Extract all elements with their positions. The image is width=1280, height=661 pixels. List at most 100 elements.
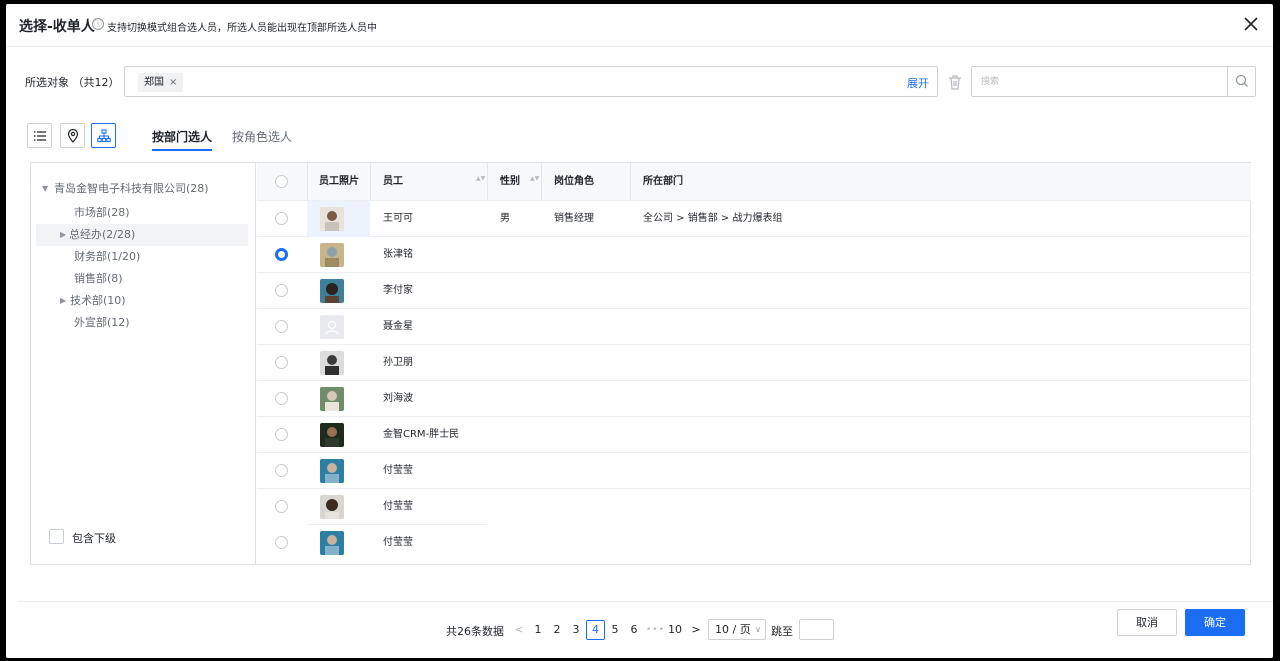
close-button[interactable] <box>1241 14 1261 34</box>
chevron-down-icon: ∨ <box>755 625 761 634</box>
location-pin-icon <box>67 129 79 143</box>
column-header-photo: 员工照片 <box>319 176 359 187</box>
close-icon <box>1244 17 1258 31</box>
tree-item-finance[interactable]: 财务部(1/20) <box>74 246 140 268</box>
dialog-header: 选择-收单人 ⓘ 支持切换模式组合选人员，所选人员能出现在顶部所选人员中 <box>6 4 1273 47</box>
row-radio[interactable] <box>275 284 288 297</box>
row-radio[interactable] <box>275 320 288 333</box>
page-6[interactable]: 6 <box>627 620 641 640</box>
employee-name: 金智CRM-胖士民 <box>383 429 460 440</box>
location-mode-button[interactable] <box>60 123 85 148</box>
employee-name: 聂金星 <box>383 321 413 332</box>
tree-item-company[interactable]: ▼ 青岛金智电子科技有限公司(28) <box>42 178 209 200</box>
employee-name: 刘海波 <box>383 393 413 404</box>
row-radio[interactable] <box>275 212 288 225</box>
employee-name: 张津铭 <box>383 249 413 260</box>
table-row[interactable]: 刘海波 <box>257 381 1251 417</box>
table-row[interactable]: 付莹莹 <box>257 525 1251 561</box>
info-icon: ⓘ <box>92 18 104 30</box>
tree-item-sales[interactable]: 销售部(8) <box>74 268 123 290</box>
sort-icon[interactable]: ▲▼ <box>530 176 539 182</box>
next-page-button[interactable]: > <box>690 620 702 640</box>
caret-right-icon[interactable]: ▶ <box>60 224 66 246</box>
include-subordinates-checkbox[interactable] <box>49 529 64 544</box>
selected-objects-box[interactable]: 郑国 × 展开 <box>124 66 938 97</box>
table-row[interactable]: 李付家 <box>257 273 1251 309</box>
row-radio[interactable] <box>275 536 288 549</box>
table-row[interactable]: 付莹莹 <box>257 453 1251 489</box>
page-1[interactable]: 1 <box>531 620 545 640</box>
select-all-radio[interactable] <box>275 175 288 188</box>
row-radio[interactable] <box>275 356 288 369</box>
page-2[interactable]: 2 <box>550 620 564 640</box>
caret-down-icon[interactable]: ▼ <box>42 178 48 200</box>
row-radio[interactable] <box>275 500 288 513</box>
table-row[interactable]: 付莹莹 <box>257 489 1251 525</box>
include-subordinates-label: 包含下级 <box>72 532 116 545</box>
row-radio[interactable] <box>275 464 288 477</box>
tree-item-publicity[interactable]: 外宣部(12) <box>74 312 130 334</box>
page-10[interactable]: 10 <box>665 620 685 640</box>
tab-by-department[interactable]: 按部门选人 <box>152 128 213 151</box>
jump-label: 跳至 <box>771 625 793 638</box>
dialog-title: 选择-收单人 <box>19 19 95 35</box>
page-4-current[interactable]: 4 <box>586 620 605 640</box>
page-5[interactable]: 5 <box>608 620 622 640</box>
column-header-employee[interactable]: 员工 <box>383 163 403 201</box>
avatar <box>320 459 344 483</box>
jump-page-input[interactable] <box>799 619 834 640</box>
table-row[interactable]: 张津铭 <box>257 237 1251 273</box>
tree-item-tech[interactable]: ▶ 技术部(10) <box>60 290 126 312</box>
tree-item-general-office[interactable]: ▶ 总经办(2/28) <box>36 224 248 246</box>
table-header: 员工照片 员工 ▲▼ 性别 ▲▼ 岗位角色 所在部门 <box>257 163 1251 201</box>
tab-by-role[interactable]: 按角色选人 <box>232 128 292 145</box>
row-radio[interactable] <box>275 248 288 261</box>
prev-page-button[interactable]: < <box>513 620 525 640</box>
row-radio[interactable] <box>275 392 288 405</box>
confirm-button[interactable]: 确定 <box>1185 609 1245 636</box>
page-size-value: 10 / 页 <box>715 623 751 636</box>
avatar-placeholder <box>320 315 344 339</box>
pagination-ellipsis[interactable]: ••• <box>646 620 665 640</box>
employee-name: 付莹莹 <box>383 501 413 512</box>
dialog-hint: 支持切换模式组合选人员，所选人员能出现在顶部所选人员中 <box>107 23 377 34</box>
search-input[interactable] <box>972 67 1228 96</box>
caret-right-icon[interactable]: ▶ <box>60 290 66 312</box>
page-size-select[interactable]: 10 / 页 ∨ <box>708 619 766 640</box>
avatar <box>320 243 344 267</box>
employee-name: 付莹莹 <box>383 465 413 476</box>
tree-item-marketing[interactable]: 市场部(28) <box>74 202 130 224</box>
employee-role: 销售经理 <box>554 213 594 224</box>
row-radio[interactable] <box>275 428 288 441</box>
avatar <box>320 387 344 411</box>
list-icon <box>34 131 46 141</box>
trash-icon[interactable] <box>946 73 964 91</box>
list-mode-button[interactable] <box>27 123 52 148</box>
employee-name: 王可可 <box>383 213 413 224</box>
column-divider <box>370 163 371 201</box>
employee-gender: 男 <box>500 213 510 224</box>
table-row[interactable]: 王可可 男 销售经理 全公司 > 销售部 > 战力爆表组 <box>257 201 1251 237</box>
column-header-role: 岗位角色 <box>554 176 594 187</box>
select-recipient-dialog: 选择-收单人 ⓘ 支持切换模式组合选人员，所选人员能出现在顶部所选人员中 所选对… <box>6 4 1273 658</box>
column-header-gender[interactable]: 性别 <box>500 163 520 201</box>
table-row[interactable]: 金智CRM-胖士民 <box>257 417 1251 453</box>
avatar <box>320 279 344 303</box>
selected-tag-label: 郑国 <box>144 77 164 88</box>
avatar <box>320 531 344 555</box>
cancel-button[interactable]: 取消 <box>1117 609 1177 636</box>
expand-button[interactable]: 展开 <box>907 75 929 91</box>
search-button[interactable] <box>1227 67 1255 96</box>
table-row[interactable]: 孙卫朋 <box>257 345 1251 381</box>
table-row[interactable]: 聂金星 <box>257 309 1251 345</box>
column-divider <box>307 163 308 201</box>
employee-name: 付莹莹 <box>383 537 413 548</box>
org-chart-mode-button[interactable] <box>91 123 116 148</box>
employee-department: 全公司 > 销售部 > 战力爆表组 <box>643 213 783 224</box>
sort-icon[interactable]: ▲▼ <box>476 176 485 182</box>
avatar <box>320 495 344 519</box>
page-3[interactable]: 3 <box>569 620 583 640</box>
employee-name: 李付家 <box>383 285 413 296</box>
remove-tag-icon[interactable]: × <box>169 77 177 88</box>
pagination-total: 共26条数据 <box>446 625 504 638</box>
